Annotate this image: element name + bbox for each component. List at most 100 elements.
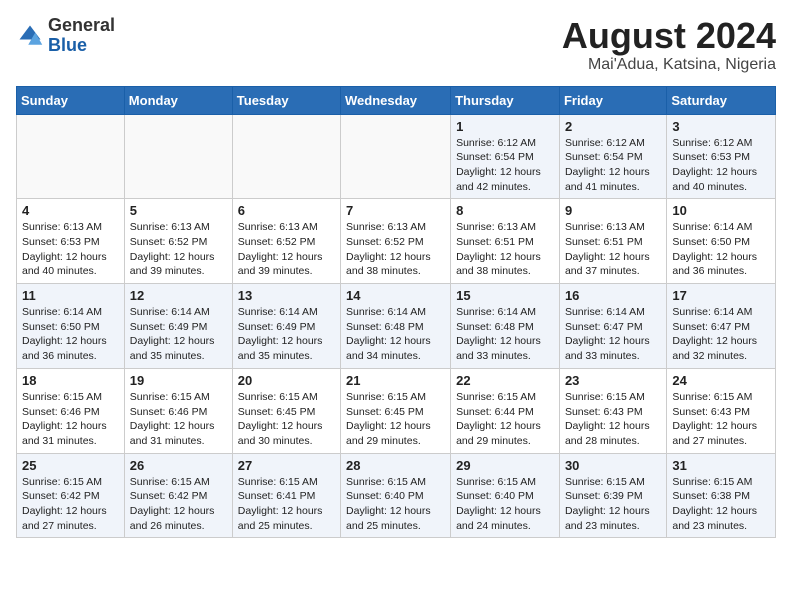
calendar-cell: 29 Sunrise: 6:15 AM Sunset: 6:40 PM Dayli… <box>451 453 560 538</box>
day-number: 27 <box>238 458 335 473</box>
day-detail: Sunrise: 6:13 AM Sunset: 6:52 PM Dayligh… <box>130 220 227 279</box>
calendar-cell: 16 Sunrise: 6:14 AM Sunset: 6:47 PM Dayli… <box>559 284 666 369</box>
day-detail: Sunrise: 6:15 AM Sunset: 6:39 PM Dayligh… <box>565 475 661 534</box>
day-number: 16 <box>565 288 661 303</box>
calendar-cell: 24 Sunrise: 6:15 AM Sunset: 6:43 PM Dayli… <box>667 368 776 453</box>
day-detail: Sunrise: 6:14 AM Sunset: 6:48 PM Dayligh… <box>456 305 554 364</box>
day-detail: Sunrise: 6:13 AM Sunset: 6:51 PM Dayligh… <box>456 220 554 279</box>
day-detail: Sunrise: 6:15 AM Sunset: 6:45 PM Dayligh… <box>346 390 445 449</box>
weekday-header-thursday: Thursday <box>451 86 560 114</box>
day-detail: Sunrise: 6:12 AM Sunset: 6:53 PM Dayligh… <box>672 136 770 195</box>
weekday-header-tuesday: Tuesday <box>232 86 340 114</box>
day-detail: Sunrise: 6:15 AM Sunset: 6:40 PM Dayligh… <box>456 475 554 534</box>
week-row-2: 4 Sunrise: 6:13 AM Sunset: 6:53 PM Daylig… <box>17 199 776 284</box>
calendar-cell: 5 Sunrise: 6:13 AM Sunset: 6:52 PM Daylig… <box>124 199 232 284</box>
calendar-cell: 15Sunrise: 6:14 AM Sunset: 6:48 PM Dayli… <box>451 284 560 369</box>
day-number: 30 <box>565 458 661 473</box>
header: General Blue August 2024 Mai'Adua, Katsi… <box>16 16 776 74</box>
calendar-cell: 21 Sunrise: 6:15 AM Sunset: 6:45 PM Dayli… <box>341 368 451 453</box>
day-number: 29 <box>456 458 554 473</box>
calendar-cell: 3 Sunrise: 6:12 AM Sunset: 6:53 PM Daylig… <box>667 114 776 199</box>
calendar-cell: 30 Sunrise: 6:15 AM Sunset: 6:39 PM Dayli… <box>559 453 666 538</box>
day-detail: Sunrise: 6:14 AM Sunset: 6:47 PM Dayligh… <box>565 305 661 364</box>
day-number: 23 <box>565 373 661 388</box>
weekday-header-saturday: Saturday <box>667 86 776 114</box>
week-row-4: 18 Sunrise: 6:15 AM Sunset: 6:46 PM Dayli… <box>17 368 776 453</box>
day-number: 3 <box>672 119 770 134</box>
day-detail: Sunrise: 6:15 AM Sunset: 6:46 PM Dayligh… <box>22 390 119 449</box>
day-number: 5 <box>130 203 227 218</box>
day-number: 4 <box>22 203 119 218</box>
day-number: 10 <box>672 203 770 218</box>
day-detail: Sunrise: 6:14 AM Sunset: 6:50 PM Dayligh… <box>672 220 770 279</box>
calendar-cell: 8 Sunrise: 6:13 AM Sunset: 6:51 PM Daylig… <box>451 199 560 284</box>
day-detail: Sunrise: 6:15 AM Sunset: 6:43 PM Dayligh… <box>672 390 770 449</box>
day-detail: Sunrise: 6:13 AM Sunset: 6:53 PM Dayligh… <box>22 220 119 279</box>
calendar-header: SundayMondayTuesdayWednesdayThursdayFrid… <box>17 86 776 114</box>
calendar-cell: 13Sunrise: 6:14 AM Sunset: 6:49 PM Dayli… <box>232 284 340 369</box>
day-number: 9 <box>565 203 661 218</box>
location: Mai'Adua, Katsina, Nigeria <box>562 56 776 74</box>
month-year: August 2024 <box>562 16 776 56</box>
weekday-header-wednesday: Wednesday <box>341 86 451 114</box>
calendar-cell <box>341 114 451 199</box>
day-number: 17 <box>672 288 770 303</box>
calendar-cell: 14Sunrise: 6:14 AM Sunset: 6:48 PM Dayli… <box>341 284 451 369</box>
weekday-header-sunday: Sunday <box>17 86 125 114</box>
calendar-cell: 7Sunrise: 6:13 AM Sunset: 6:52 PM Daylig… <box>341 199 451 284</box>
day-detail: Sunrise: 6:15 AM Sunset: 6:38 PM Dayligh… <box>672 475 770 534</box>
calendar-cell: 22Sunrise: 6:15 AM Sunset: 6:44 PM Dayli… <box>451 368 560 453</box>
day-number: 6 <box>238 203 335 218</box>
week-row-3: 11 Sunrise: 6:14 AM Sunset: 6:50 PM Dayli… <box>17 284 776 369</box>
calendar-cell: 6 Sunrise: 6:13 AM Sunset: 6:52 PM Daylig… <box>232 199 340 284</box>
calendar-cell: 26 Sunrise: 6:15 AM Sunset: 6:42 PM Dayli… <box>124 453 232 538</box>
logo-general-text: General <box>48 15 115 35</box>
day-detail: Sunrise: 6:15 AM Sunset: 6:44 PM Dayligh… <box>456 390 554 449</box>
day-detail: Sunrise: 6:14 AM Sunset: 6:50 PM Dayligh… <box>22 305 119 364</box>
day-number: 31 <box>672 458 770 473</box>
day-detail: Sunrise: 6:13 AM Sunset: 6:52 PM Dayligh… <box>238 220 335 279</box>
day-number: 8 <box>456 203 554 218</box>
day-detail: Sunrise: 6:14 AM Sunset: 6:47 PM Dayligh… <box>672 305 770 364</box>
day-number: 2 <box>565 119 661 134</box>
logo-blue-text: Blue <box>48 35 87 55</box>
day-number: 24 <box>672 373 770 388</box>
calendar-cell: 9 Sunrise: 6:13 AM Sunset: 6:51 PM Daylig… <box>559 199 666 284</box>
day-number: 26 <box>130 458 227 473</box>
day-detail: Sunrise: 6:14 AM Sunset: 6:49 PM Dayligh… <box>130 305 227 364</box>
calendar-cell: 4 Sunrise: 6:13 AM Sunset: 6:53 PM Daylig… <box>17 199 125 284</box>
day-number: 12 <box>130 288 227 303</box>
day-number: 28 <box>346 458 445 473</box>
day-number: 19 <box>130 373 227 388</box>
calendar-cell: 28Sunrise: 6:15 AM Sunset: 6:40 PM Dayli… <box>341 453 451 538</box>
day-detail: Sunrise: 6:15 AM Sunset: 6:46 PM Dayligh… <box>130 390 227 449</box>
day-detail: Sunrise: 6:15 AM Sunset: 6:42 PM Dayligh… <box>22 475 119 534</box>
day-number: 11 <box>22 288 119 303</box>
day-number: 25 <box>22 458 119 473</box>
title-area: August 2024 Mai'Adua, Katsina, Nigeria <box>562 16 776 74</box>
day-detail: Sunrise: 6:13 AM Sunset: 6:51 PM Dayligh… <box>565 220 661 279</box>
calendar-cell <box>124 114 232 199</box>
day-detail: Sunrise: 6:15 AM Sunset: 6:43 PM Dayligh… <box>565 390 661 449</box>
day-number: 21 <box>346 373 445 388</box>
day-detail: Sunrise: 6:14 AM Sunset: 6:49 PM Dayligh… <box>238 305 335 364</box>
calendar-cell: 19 Sunrise: 6:15 AM Sunset: 6:46 PM Dayli… <box>124 368 232 453</box>
calendar-cell: 18 Sunrise: 6:15 AM Sunset: 6:46 PM Dayli… <box>17 368 125 453</box>
day-detail: Sunrise: 6:12 AM Sunset: 6:54 PM Dayligh… <box>565 136 661 195</box>
day-number: 20 <box>238 373 335 388</box>
calendar-table: SundayMondayTuesdayWednesdayThursdayFrid… <box>16 86 776 539</box>
calendar-cell <box>232 114 340 199</box>
day-detail: Sunrise: 6:12 AM Sunset: 6:54 PM Dayligh… <box>456 136 554 195</box>
day-number: 14 <box>346 288 445 303</box>
weekday-header-friday: Friday <box>559 86 666 114</box>
day-number: 1 <box>456 119 554 134</box>
calendar-cell: 27 Sunrise: 6:15 AM Sunset: 6:41 PM Dayli… <box>232 453 340 538</box>
day-number: 18 <box>22 373 119 388</box>
day-detail: Sunrise: 6:15 AM Sunset: 6:45 PM Dayligh… <box>238 390 335 449</box>
day-detail: Sunrise: 6:15 AM Sunset: 6:41 PM Dayligh… <box>238 475 335 534</box>
day-detail: Sunrise: 6:15 AM Sunset: 6:42 PM Dayligh… <box>130 475 227 534</box>
calendar-cell: 31 Sunrise: 6:15 AM Sunset: 6:38 PM Dayli… <box>667 453 776 538</box>
weekday-row: SundayMondayTuesdayWednesdayThursdayFrid… <box>17 86 776 114</box>
logo: General Blue <box>16 16 115 56</box>
calendar-cell: 20 Sunrise: 6:15 AM Sunset: 6:45 PM Dayli… <box>232 368 340 453</box>
